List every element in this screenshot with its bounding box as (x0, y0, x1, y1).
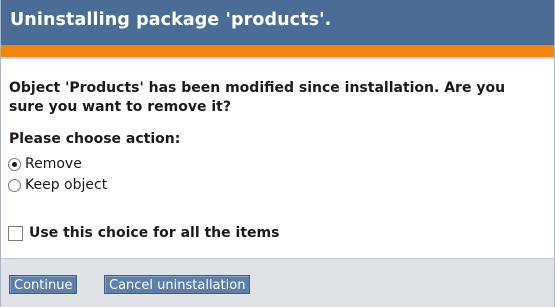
dialog-title-bar: Uninstalling package 'products'. (1, 0, 554, 45)
apply-to-all-option[interactable]: Use this choice for all the items (8, 225, 279, 241)
continue-button[interactable]: Continue (9, 275, 78, 294)
radio-option-keep-object[interactable]: Keep object (8, 177, 107, 193)
radio-option-remove[interactable]: Remove (8, 156, 82, 172)
apply-to-all-checkbox[interactable] (8, 225, 23, 241)
keep-object-label: Keep object (25, 177, 108, 193)
cancel-uninstallation-button[interactable]: Cancel uninstallation (104, 275, 251, 294)
action-prompt: Please choose action: (9, 131, 181, 147)
confirmation-message: Object 'Products' has been modified sinc… (9, 80, 506, 115)
divider (1, 57, 554, 59)
accent-stripe (1, 45, 554, 57)
remove-label: Remove (25, 156, 82, 172)
keep-object-radio[interactable] (8, 178, 21, 192)
remove-radio[interactable] (8, 157, 21, 171)
uninstall-dialog: Uninstalling package 'products'. Object … (0, 0, 555, 307)
dialog-title: Uninstalling package 'products'. (10, 10, 332, 30)
dialog-footer: Continue Cancel uninstallation (1, 258, 554, 307)
apply-to-all-label: Use this choice for all the items (29, 225, 280, 241)
